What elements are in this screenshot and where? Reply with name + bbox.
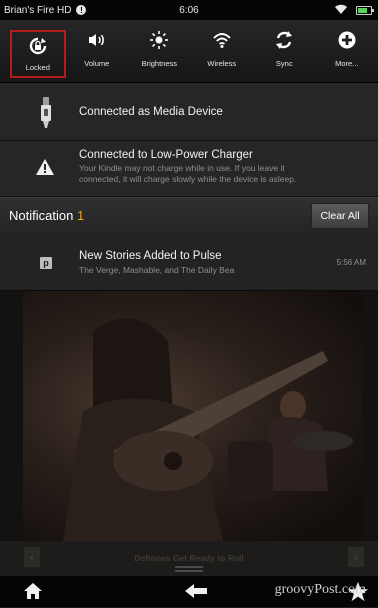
wifi-status-icon — [334, 3, 348, 18]
quick-setting-label: Wireless — [207, 59, 237, 68]
brightness-icon — [148, 29, 170, 51]
quick-setting-volume[interactable]: Volume — [66, 20, 128, 82]
quick-setting-label: More... — [335, 59, 359, 68]
watermark: groovyPost.com — [274, 582, 366, 597]
quick-setting-label: Sync — [275, 59, 293, 68]
next-arrow-icon[interactable]: › — [348, 547, 364, 567]
notification-heading-label: Notification — [9, 208, 74, 223]
notification-title: New Stories Added to Pulse — [79, 250, 222, 262]
clear-all-button[interactable]: Clear All — [311, 203, 369, 229]
sync-icon — [273, 29, 295, 51]
charger-message-line: Your Kindle may not charge while in use.… — [79, 163, 285, 173]
device-name: Brian's Fire HD — [4, 4, 72, 16]
media-device-notification[interactable]: Connected as Media Device — [0, 83, 378, 141]
status-bar: Brian's Fire HD ! 6:06 — [0, 0, 378, 20]
charger-notification[interactable]: Connected to Low-Power Charger Your Kind… — [0, 141, 378, 197]
drag-handle[interactable] — [175, 566, 203, 568]
pulse-notification[interactable]: p New Stories Added to Pulse The Verge, … — [0, 234, 378, 291]
back-arrow-icon[interactable] — [185, 584, 207, 603]
plus-icon — [336, 29, 358, 51]
status-time: 6:06 — [179, 4, 199, 16]
rotation-lock-icon — [27, 35, 49, 57]
quick-setting-more[interactable]: More... — [316, 20, 378, 82]
wifi-icon — [211, 29, 233, 51]
caption-bar: ‹ Deftones Get Ready to Roll › — [0, 541, 378, 574]
notification-time: 5:56 AM — [336, 258, 366, 267]
quick-setting-sync[interactable]: Sync — [253, 20, 315, 82]
battery-icon — [356, 6, 374, 15]
notification-subtitle: The Verge, Mashable, and The Daily Bea — [79, 265, 235, 275]
quick-setting-wireless[interactable]: Wireless — [191, 20, 253, 82]
charger-message-line: connected, it will charge slowly while t… — [79, 174, 297, 184]
quick-settings-bar: Locked Volume Brightness Wireless Sync M… — [0, 20, 378, 83]
quick-setting-locked[interactable]: Locked — [10, 30, 66, 78]
quick-setting-brightness[interactable]: Brightness — [128, 20, 190, 82]
background-content: ‹ Deftones Get Ready to Roll › — [0, 291, 378, 574]
warning-icon — [36, 159, 54, 180]
usb-icon — [40, 97, 52, 134]
media-device-title: Connected as Media Device — [79, 106, 223, 118]
quick-setting-label: Volume — [84, 59, 110, 68]
notification-count: 1 — [76, 208, 85, 223]
home-icon[interactable] — [24, 583, 42, 604]
pulse-app-icon: p — [40, 257, 52, 269]
quick-setting-label: Brightness — [141, 59, 178, 68]
notification-heading: Notification 1 — [9, 208, 84, 223]
quick-setting-label: Locked — [25, 63, 50, 72]
concert-photo — [23, 291, 363, 541]
notification-header: Notification 1 Clear All — [0, 197, 378, 235]
volume-icon — [86, 29, 108, 51]
alert-icon: ! — [76, 5, 87, 15]
charger-title: Connected to Low-Power Charger — [79, 149, 253, 161]
background-caption: Deftones Get Ready to Roll — [134, 553, 244, 563]
